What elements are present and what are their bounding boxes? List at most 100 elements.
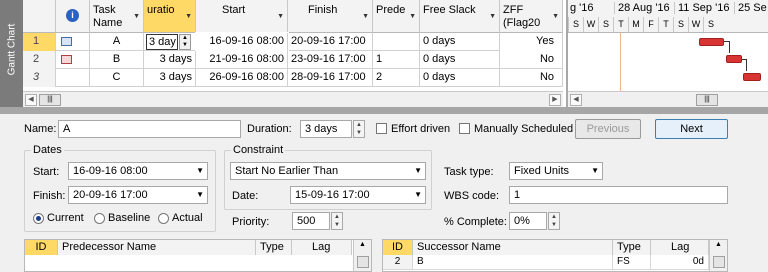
gantt-chart[interactable]: g '16 28 Aug '16 11 Sep '16 25 Se S W S … [566, 0, 768, 107]
succ-cell-name[interactable]: B [413, 255, 613, 270]
task-form: Name: A Duration: 3 days ▲ ▼ Effort drive… [0, 114, 768, 272]
view-bar[interactable]: Gantt Chart [0, 0, 23, 107]
indicators-header[interactable]: i [56, 0, 90, 33]
column-header-duration[interactable]: uratio ▼ [144, 0, 196, 33]
scroll-thumb[interactable] [357, 256, 369, 268]
percent-complete-field[interactable]: 0% [509, 212, 547, 230]
next-button[interactable]: Next [655, 119, 728, 139]
free-slack-cell[interactable]: 0 days [420, 33, 500, 51]
scroll-left-icon[interactable]: ◀ [25, 94, 37, 106]
wbs-code-field[interactable]: 1 [509, 186, 728, 204]
row-number[interactable]: 1 [23, 33, 56, 51]
current-radio[interactable] [33, 213, 44, 224]
task-name-cell[interactable]: C [90, 69, 144, 87]
pred-header-lag[interactable]: Lag [292, 240, 352, 255]
predecessors-cell[interactable]: 1 [373, 51, 420, 69]
predecessors-cell[interactable] [373, 33, 420, 51]
baseline-radio[interactable] [94, 213, 105, 224]
priority-stepper[interactable]: ▲ ▼ [331, 212, 343, 230]
name-field[interactable]: A [58, 120, 241, 138]
duration-editor[interactable]: 3 day [146, 34, 178, 50]
pred-header-type[interactable]: Type [256, 240, 292, 255]
priority-field[interactable]: 500 [292, 212, 330, 230]
predecessor-table[interactable]: ID Predecessor Name Type Lag ▲ [24, 239, 372, 272]
successor-table[interactable]: ID Successor Name Type Lag 2 B FS 0d ▲ [382, 239, 728, 272]
succ-cell-type[interactable]: FS [613, 255, 651, 270]
link-line [746, 59, 747, 71]
split-divider[interactable] [0, 107, 768, 114]
manually-scheduled-checkbox[interactable] [459, 123, 470, 134]
start-cell[interactable]: 16-09-16 08:00 [195, 32, 289, 52]
gantt-bar-a[interactable] [699, 38, 724, 46]
duration-cell[interactable]: 3 days [144, 69, 196, 87]
column-header-finish[interactable]: Finish ▼ [288, 0, 373, 33]
row-number[interactable]: 2 [23, 51, 56, 69]
pred-scrollbar[interactable]: ▲ [353, 240, 371, 271]
row-number[interactable]: 3 [23, 69, 56, 87]
scroll-thumb[interactable]: ||| [39, 94, 61, 106]
duration-cell[interactable]: 3 days [144, 51, 196, 69]
succ-scrollbar[interactable]: ▲ [709, 240, 727, 271]
task-name-cell[interactable]: B [90, 51, 144, 69]
table-row[interactable]: 2 B 3 days 21-09-16 08:00 23-09-16 17:00… [23, 51, 563, 69]
constraint-type-select[interactable]: Start No Earlier Than ▼ [230, 162, 426, 180]
duration-stepper[interactable]: ▲ ▼ [353, 120, 365, 138]
succ-cell-id[interactable]: 2 [383, 255, 413, 270]
scroll-left-icon[interactable]: ◀ [570, 94, 582, 106]
start-cell[interactable]: 21-09-16 08:00 [196, 51, 288, 69]
task-name-cell[interactable]: A [90, 33, 144, 51]
actual-radio[interactable] [158, 213, 169, 224]
finish-cell[interactable]: 28-09-16 17:00 [288, 69, 373, 87]
scroll-right-icon[interactable]: ▶ [549, 94, 561, 106]
succ-header-lag[interactable]: Lag [651, 240, 709, 255]
scroll-up-icon[interactable]: ▲ [715, 241, 722, 248]
start-cell[interactable]: 26-09-16 08:00 [196, 69, 288, 87]
grid-horizontal-scrollbar[interactable]: ◀ ||| ▶ [23, 91, 563, 107]
column-header-predecessors[interactable]: Prede ▼ [373, 0, 420, 33]
zff-cell[interactable]: No [500, 51, 563, 69]
zff-cell[interactable]: Yes [500, 33, 563, 51]
column-header-start[interactable]: Start ▼ [196, 0, 288, 33]
succ-cell-lag[interactable]: 0d [651, 255, 709, 270]
previous-button[interactable]: Previous [575, 119, 641, 139]
scroll-thumb[interactable] [713, 256, 725, 268]
column-header-free-slack[interactable]: Free Slack ▼ [420, 0, 500, 33]
free-slack-cell[interactable]: 0 days [420, 69, 500, 87]
task-type-select[interactable]: Fixed Units ▼ [509, 162, 603, 180]
column-header-zff[interactable]: ZFF (Flag20 ▼ [500, 0, 563, 33]
column-header-task-name[interactable]: Task Name ▼ [90, 0, 144, 33]
scroll-thumb[interactable]: ||| [696, 94, 718, 106]
column-header-label: Finish [308, 4, 338, 16]
duration-cell[interactable]: 3 day ▲ ▼ [144, 33, 196, 51]
gantt-bar-c[interactable] [743, 73, 761, 81]
percent-complete-stepper[interactable]: ▲ ▼ [548, 212, 560, 230]
finish-date-field[interactable]: 20-09-16 17:00 ▼ [68, 186, 208, 204]
succ-header-name[interactable]: Successor Name [413, 240, 613, 255]
constraint-date-field[interactable]: 15-09-16 17:00 ▼ [290, 186, 426, 204]
scroll-up-icon[interactable]: ▲ [359, 241, 366, 248]
pred-header-id[interactable]: ID [25, 240, 58, 255]
start-date-field[interactable]: 16-09-16 08:00 ▼ [68, 162, 208, 180]
select-all-corner[interactable] [23, 0, 56, 33]
spinner-icon[interactable]: ▲ ▼ [179, 34, 191, 50]
succ-header-id[interactable]: ID [383, 240, 413, 255]
table-row[interactable]: 1 A 3 day ▲ ▼ 16-09-16 08:00 20-09-16 17:… [23, 32, 563, 52]
finish-cell[interactable]: 23-09-16 17:00 [288, 51, 373, 69]
zff-cell[interactable]: No [500, 69, 563, 87]
succ-header-type[interactable]: Type [613, 240, 651, 255]
timescale-week: 28 Aug '16 [614, 2, 670, 14]
effort-driven-checkbox[interactable] [376, 123, 387, 134]
start-label: Start: [33, 166, 60, 178]
free-slack-cell[interactable]: 0 days [420, 51, 500, 69]
table-row[interactable]: 3 C 3 days 26-09-16 08:00 28-09-16 17:00… [23, 69, 563, 87]
predecessors-cell[interactable]: 2 [373, 69, 420, 87]
timescale: g '16 28 Aug '16 11 Sep '16 25 Se S W S … [568, 0, 768, 33]
duration-label: Duration: [247, 123, 292, 135]
baseline-label: Baseline [108, 212, 151, 224]
duration-field[interactable]: 3 days [300, 120, 352, 138]
pred-header-name[interactable]: Predecessor Name [58, 240, 256, 255]
finish-cell[interactable]: 20-09-16 17:00 [288, 33, 373, 51]
chart-horizontal-scrollbar[interactable]: ◀ ||| [568, 91, 768, 107]
gantt-bar-b[interactable] [726, 55, 742, 63]
dates-group-title: Dates [31, 144, 64, 156]
